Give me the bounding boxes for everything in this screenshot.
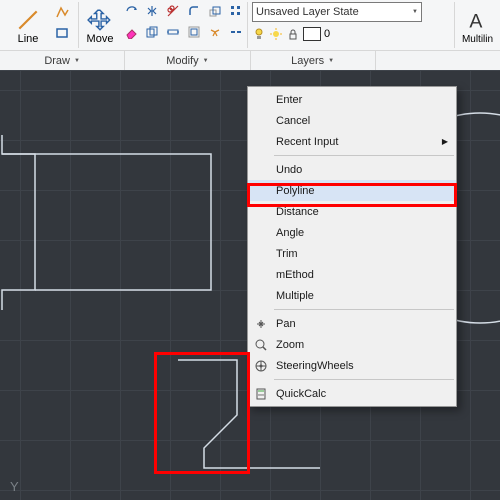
rotate-button[interactable] — [121, 1, 141, 21]
stretch-icon — [166, 25, 180, 39]
copy-button[interactable] — [142, 22, 162, 42]
stretch-button[interactable] — [163, 22, 183, 42]
thaw-icon — [269, 27, 283, 41]
ribbon-panel-titles: Draw▼ Modify▼ Layers▼ — [0, 50, 500, 70]
draw-panel-title[interactable]: Draw▼ — [0, 51, 125, 70]
layer-on-icon — [252, 27, 266, 41]
array-button[interactable] — [226, 1, 246, 21]
scale-button[interactable] — [205, 1, 225, 21]
layer-state-value: Unsaved Layer State — [256, 6, 412, 18]
array-icon — [229, 4, 243, 18]
line-label: Line — [18, 33, 39, 45]
multiline-label: Multilin — [462, 34, 493, 45]
submenu-arrow-icon: ▶ — [442, 137, 448, 146]
scale-icon — [208, 4, 222, 18]
polyline-tool-button[interactable] — [52, 2, 72, 22]
menu-angle[interactable]: Angle — [248, 222, 456, 243]
offset-button[interactable] — [184, 22, 204, 42]
menu-pan[interactable]: Pan — [248, 313, 456, 334]
menu-distance[interactable]: Distance — [248, 201, 456, 222]
layer-state-combo[interactable]: Unsaved Layer State ▼ — [252, 2, 422, 22]
move-button[interactable]: Move — [80, 1, 120, 45]
chevron-down-icon: ▼ — [412, 9, 418, 15]
menu-undo[interactable]: Undo — [248, 159, 456, 180]
current-layer-name: 0 — [324, 28, 330, 40]
line-button[interactable]: Line — [6, 1, 50, 45]
menu-enter[interactable]: Enter — [248, 89, 456, 110]
menu-steeringwheels[interactable]: SteeringWheels — [248, 355, 456, 376]
annotation-panel-title[interactable] — [376, 51, 500, 70]
modify-panel-title[interactable]: Modify▼ — [125, 51, 250, 70]
menu-method[interactable]: mEthod — [248, 264, 456, 285]
pan-icon — [253, 316, 269, 332]
menu-quickcalc[interactable]: QuickCalc — [248, 383, 456, 404]
polyline-icon — [55, 5, 69, 19]
explode-icon — [208, 25, 222, 39]
copy-icon — [145, 25, 159, 39]
erase-button[interactable] — [121, 22, 141, 42]
multiline-button[interactable]: A Multilin — [456, 1, 500, 45]
fillet-icon — [187, 4, 201, 18]
layers-panel-title[interactable]: Layers▼ — [251, 51, 376, 70]
annotation-panel-partial: A Multilin — [455, 0, 500, 50]
menu-trim[interactable]: Trim — [248, 243, 456, 264]
draw-panel: Line — [0, 0, 78, 50]
trim-button[interactable] — [163, 1, 183, 21]
fillet-button[interactable] — [184, 1, 204, 21]
layer-color-swatch[interactable] — [303, 27, 321, 41]
svg-text:A: A — [469, 11, 482, 33]
chevron-down-icon: ▼ — [74, 58, 80, 64]
mtext-icon: A — [465, 8, 491, 34]
menu-multiple[interactable]: Multiple — [248, 285, 456, 306]
join-button[interactable] — [226, 22, 246, 42]
offset-icon — [187, 25, 201, 39]
chevron-down-icon: ▼ — [328, 58, 334, 64]
layers-panel: Unsaved Layer State ▼ 0 — [248, 0, 454, 50]
erase-icon — [124, 25, 138, 39]
chevron-down-icon: ▼ — [203, 58, 209, 64]
join-icon — [229, 25, 243, 39]
mirror-button[interactable] — [142, 1, 162, 21]
menu-zoom[interactable]: Zoom — [248, 334, 456, 355]
ribbon: Line Move — [0, 0, 500, 71]
modify-panel: Move — [79, 0, 247, 50]
calculator-icon — [253, 386, 269, 402]
context-menu: Enter Cancel Recent Input▶ Undo Polyline… — [247, 86, 457, 407]
rect-icon — [55, 26, 69, 40]
move-icon — [87, 7, 113, 33]
trim-icon — [166, 4, 180, 18]
mirror-icon — [145, 4, 159, 18]
menu-separator — [274, 309, 454, 310]
menu-separator — [274, 155, 454, 156]
zoom-icon — [253, 337, 269, 353]
lock-icon — [286, 27, 300, 41]
menu-recent-input[interactable]: Recent Input▶ — [248, 131, 456, 152]
rotate-icon — [124, 4, 138, 18]
menu-separator — [274, 379, 454, 380]
steering-wheel-icon — [253, 358, 269, 374]
menu-polyline[interactable]: Polyline — [248, 180, 456, 201]
ucs-y-label: Y — [10, 479, 19, 494]
menu-cancel[interactable]: Cancel — [248, 110, 456, 131]
rectangle-tool-button[interactable] — [52, 23, 72, 43]
move-label: Move — [87, 33, 114, 45]
line-icon — [15, 7, 41, 33]
explode-button[interactable] — [205, 22, 225, 42]
